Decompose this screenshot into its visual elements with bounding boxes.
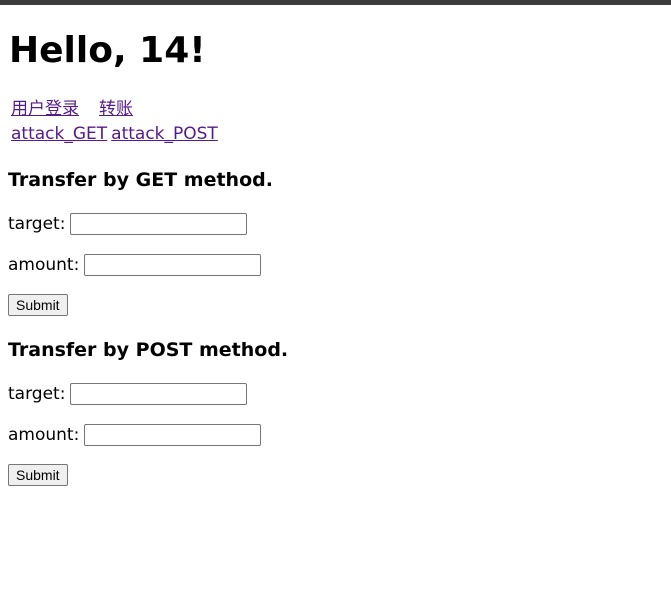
post-target-row: target:	[8, 382, 248, 406]
post-submit-button[interactable]: Submit	[8, 464, 68, 486]
link-user-login[interactable]: 用户登录	[11, 99, 79, 119]
post-target-label: target:	[8, 384, 66, 404]
get-submit-button[interactable]: Submit	[8, 294, 68, 316]
post-amount-row: amount:	[8, 423, 262, 447]
browser-top-bar	[0, 0, 671, 5]
get-target-input[interactable]	[70, 213, 248, 235]
get-amount-row: amount:	[8, 253, 262, 277]
get-target-label: target:	[8, 214, 66, 234]
nav-links: 用户登录 转账 attack_GET attack_POST	[11, 97, 218, 147]
get-form-title: Transfer by GET method.	[8, 169, 273, 191]
post-target-input[interactable]	[70, 383, 248, 405]
link-transfer[interactable]: 转账	[99, 99, 133, 119]
get-amount-label: amount:	[8, 255, 80, 275]
link-attack-get[interactable]: attack_GET	[11, 124, 107, 144]
post-form-title: Transfer by POST method.	[8, 339, 289, 361]
get-amount-input[interactable]	[84, 254, 262, 276]
post-amount-input[interactable]	[84, 424, 262, 446]
get-target-row: target:	[8, 212, 248, 236]
link-attack-post[interactable]: attack_POST	[111, 124, 218, 144]
post-amount-label: amount:	[8, 425, 80, 445]
page-title: Hello, 14!	[9, 30, 206, 71]
